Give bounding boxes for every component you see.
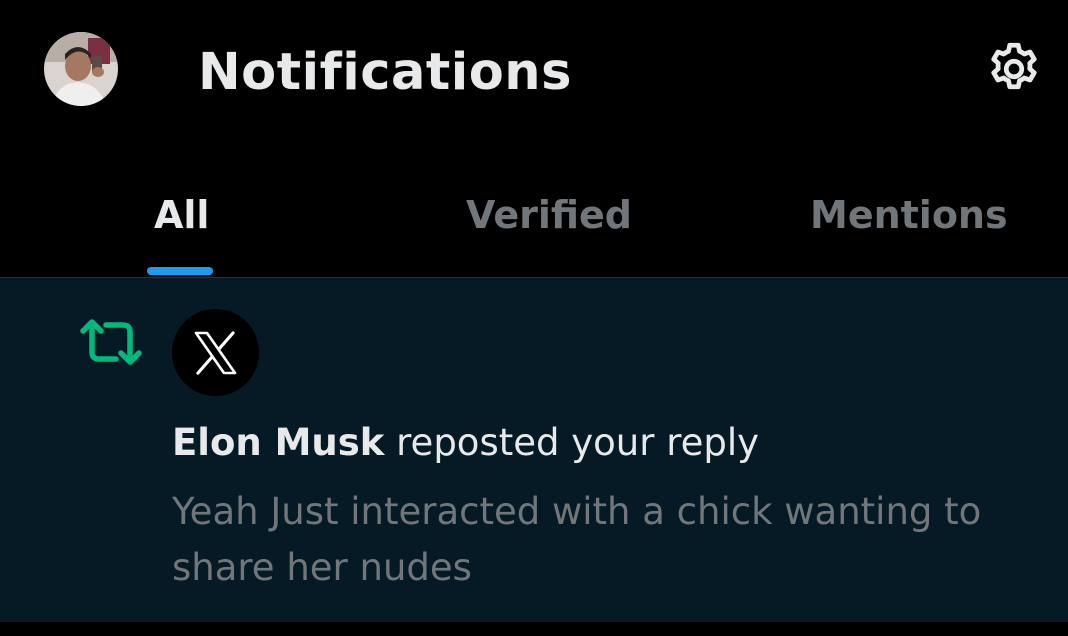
notification-item[interactable]: Elon Musk reposted your reply Yeah Just … (0, 278, 1068, 622)
actor-name[interactable]: Elon Musk (172, 421, 384, 464)
notifications-screen: Notifications All Verified Mentions Elon… (0, 0, 1068, 636)
page-title: Notifications (198, 43, 572, 102)
x-logo-icon (172, 309, 259, 396)
notification-body: Yeah Just interacted with a chick wantin… (172, 490, 982, 589)
tab-mentions[interactable]: Mentions (790, 160, 1020, 278)
gear-icon (991, 42, 1037, 90)
tab-mentions-label: Mentions (810, 193, 1008, 237)
tab-verified-label: Verified (466, 193, 633, 237)
active-tab-indicator (147, 267, 213, 275)
notification-action: reposted your reply (384, 421, 760, 464)
top-bar: Notifications (0, 0, 1068, 146)
bottom-edge (0, 622, 1068, 636)
actor-avatar[interactable] (172, 309, 259, 396)
tab-bar: All Verified Mentions (0, 160, 1068, 278)
tab-all[interactable]: All (130, 160, 230, 278)
user-avatar-icon (44, 32, 118, 106)
settings-button[interactable] (984, 39, 1044, 99)
profile-avatar[interactable] (44, 32, 118, 106)
tab-all-label: All (154, 193, 210, 237)
tab-verified[interactable]: Verified (440, 160, 640, 278)
notification-headline: Elon Musk reposted your reply (172, 418, 759, 468)
repost-icon (78, 318, 144, 366)
